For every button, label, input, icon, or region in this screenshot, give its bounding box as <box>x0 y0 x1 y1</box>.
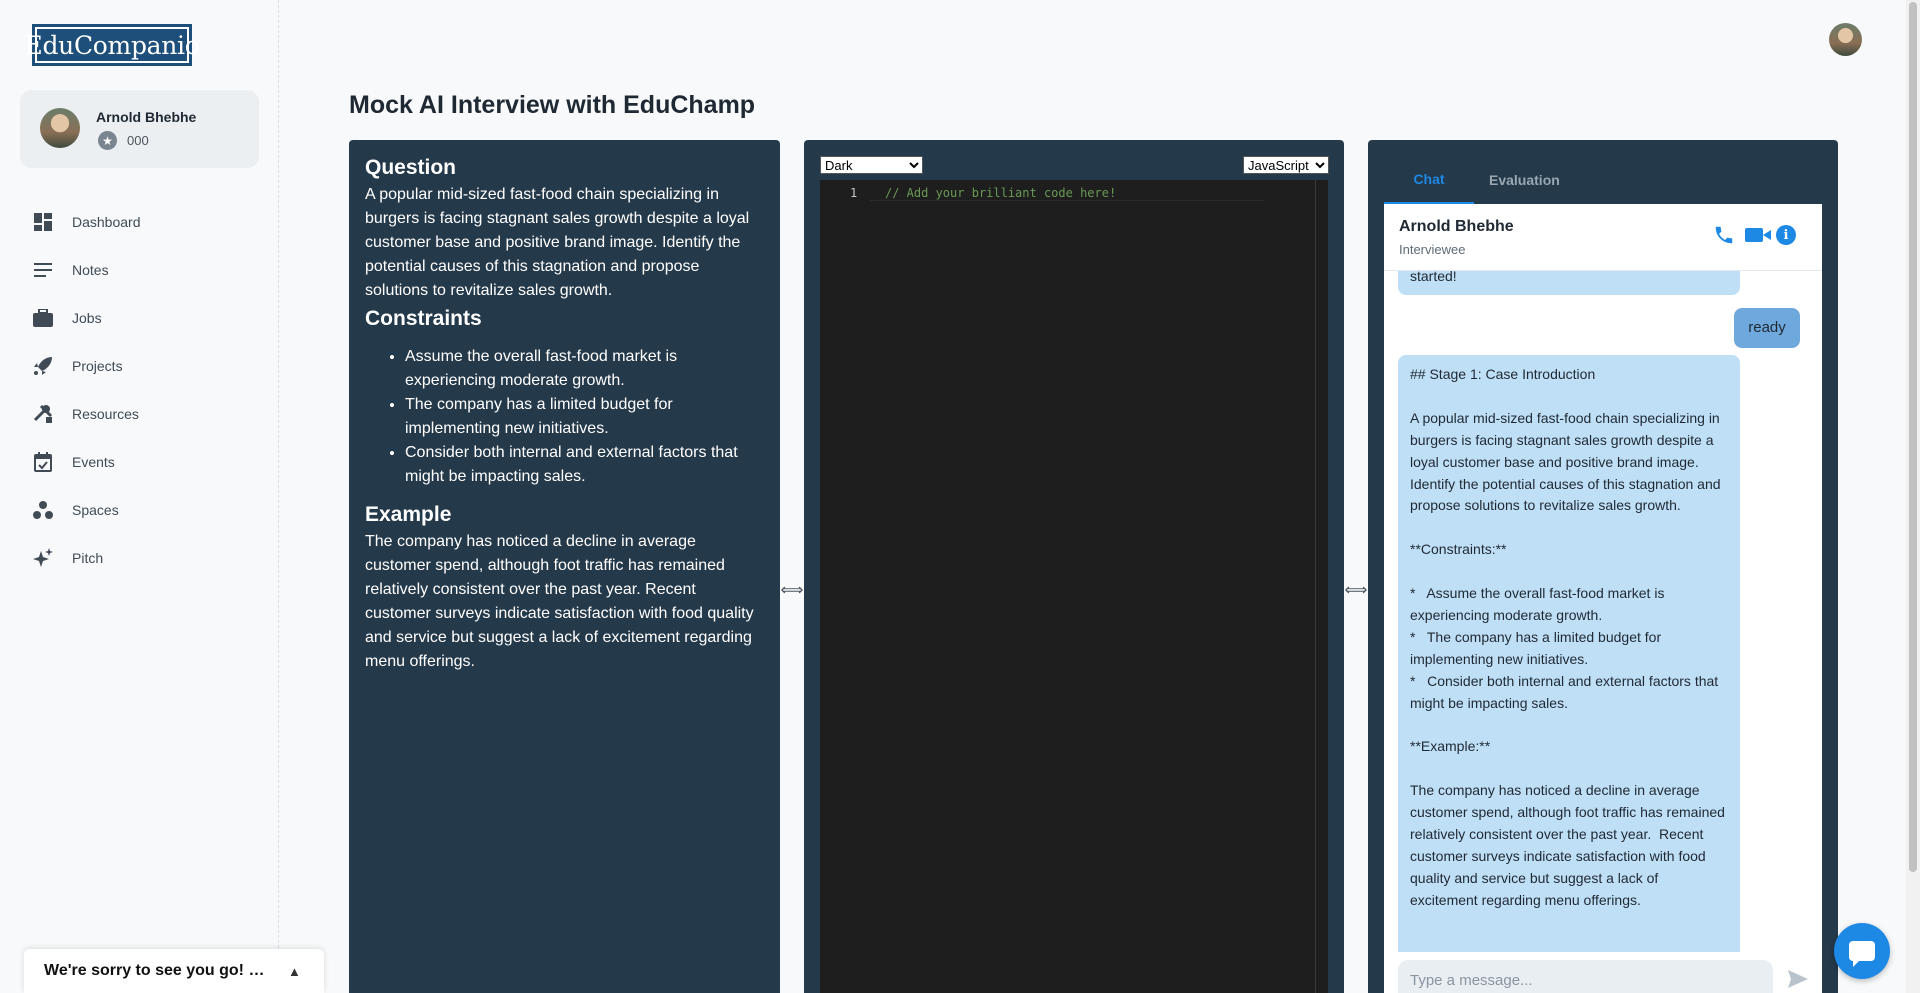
tools-icon <box>32 403 54 425</box>
sidebar-item-pitch[interactable]: Pitch <box>32 534 262 582</box>
spaces-icon <box>32 499 54 521</box>
profile-name: Arnold Bhebhe <box>96 109 197 125</box>
sidebar-item-label: Jobs <box>72 310 102 326</box>
bot-message: ## Stage 1: Case Introduction A popular … <box>1398 355 1740 993</box>
sidebar-item-label: Dashboard <box>72 214 141 230</box>
editor-scrollbar[interactable] <box>1315 180 1316 993</box>
message-input-bar <box>1384 952 1822 993</box>
resize-handle-icon[interactable]: ⟺ <box>781 580 804 600</box>
line-gutter <box>820 180 870 993</box>
video-icon[interactable] <box>1741 222 1771 248</box>
page-title: Mock AI Interview with EduChamp <box>349 91 756 119</box>
sidebar-nav: Dashboard Notes Jobs Projects Resources <box>32 198 262 582</box>
sidebar-item-dashboard[interactable]: Dashboard <box>32 198 262 246</box>
rocket-icon <box>32 355 54 377</box>
sidebar-item-spaces[interactable]: Spaces <box>32 486 262 534</box>
chat-panel: Chat Evaluation Arnold Bhebhe Interviewe… <box>1368 140 1838 993</box>
sidebar-item-resources[interactable]: Resources <box>32 390 262 438</box>
constraints-list: Assume the overall fast-food market is e… <box>405 345 764 489</box>
caret-up-icon[interactable]: ▲ <box>288 964 301 979</box>
page-scrollbar-thumb[interactable] <box>1909 2 1917 872</box>
dashboard-icon <box>32 211 54 233</box>
sidebar-item-label: Notes <box>72 262 109 278</box>
constraint-item: The company has a limited budget for imp… <box>405 393 764 441</box>
chat-bubble-icon <box>1849 941 1875 967</box>
calendar-icon <box>32 451 54 473</box>
profile-card[interactable]: Arnold Bhebhe ★ 000 <box>20 90 259 168</box>
question-text: A popular mid-sized fast-food chain spec… <box>365 186 750 299</box>
question-heading: Question <box>365 156 457 179</box>
constraint-item: Assume the overall fast-food market is e… <box>405 345 764 393</box>
chat-tabs: Chat Evaluation <box>1384 156 1575 204</box>
notes-icon <box>32 259 54 281</box>
constraint-item: Consider both internal and external fact… <box>405 441 764 489</box>
send-icon[interactable] <box>1787 968 1809 990</box>
contact-role: Interviewee <box>1399 242 1466 257</box>
page-scrollbar[interactable] <box>1906 0 1920 993</box>
message-input[interactable] <box>1398 960 1773 993</box>
app-logo[interactable]: EduCompanio <box>25 24 200 66</box>
constraints-heading: Constraints <box>365 307 482 330</box>
chat-box: Arnold Bhebhe Interviewee i started! rea… <box>1384 204 1822 993</box>
sidebar-item-label: Spaces <box>72 502 119 518</box>
code-line[interactable]: // Add your brilliant code here! <box>885 186 1116 200</box>
resize-handle-icon[interactable]: ⟺ <box>1345 580 1368 600</box>
sidebar: EduCompanio Arnold Bhebhe ★ 000 Dashboar… <box>0 0 279 993</box>
tab-chat[interactable]: Chat <box>1384 156 1474 204</box>
sidebar-item-label: Events <box>72 454 115 470</box>
language-select[interactable]: JavaScript <box>1243 156 1329 174</box>
phone-icon[interactable] <box>1711 222 1737 248</box>
sidebar-item-events[interactable]: Events <box>32 438 262 486</box>
feedback-text: We're sorry to see you go! What made you… <box>44 962 276 979</box>
sidebar-item-label: Projects <box>72 358 123 374</box>
example-text: The company has noticed a decline in ave… <box>365 533 754 670</box>
tab-evaluation[interactable]: Evaluation <box>1474 156 1575 204</box>
chat-support-button[interactable] <box>1834 923 1890 979</box>
sidebar-item-label: Pitch <box>72 550 104 566</box>
example-heading: Example <box>365 503 452 526</box>
sidebar-item-label: Resources <box>72 406 139 422</box>
sidebar-item-notes[interactable]: Notes <box>32 246 262 294</box>
code-editor[interactable]: 1 // Add your brilliant code here! <box>820 180 1328 993</box>
star-icon: ★ <box>98 131 117 150</box>
sidebar-item-jobs[interactable]: Jobs <box>32 294 262 342</box>
question-panel: Question A popular mid-sized fast-food c… <box>349 140 780 993</box>
avatar <box>40 108 80 148</box>
editor-panel: Dark JavaScript 1 // Add your brilliant … <box>804 140 1344 993</box>
user-message: ready <box>1734 308 1800 348</box>
briefcase-icon <box>32 307 54 329</box>
user-avatar[interactable] <box>1829 23 1862 56</box>
line-number: 1 <box>850 186 858 200</box>
sidebar-item-projects[interactable]: Projects <box>32 342 262 390</box>
profile-points: 000 <box>127 133 149 148</box>
contact-name: Arnold Bhebhe <box>1399 218 1514 235</box>
chat-header: Arnold Bhebhe Interviewee i <box>1384 204 1822 271</box>
info-icon[interactable]: i <box>1773 222 1799 248</box>
feedback-banner[interactable]: We're sorry to see you go! What made you… <box>24 949 324 993</box>
theme-select[interactable]: Dark <box>820 156 923 174</box>
sparkle-icon <box>32 547 54 569</box>
